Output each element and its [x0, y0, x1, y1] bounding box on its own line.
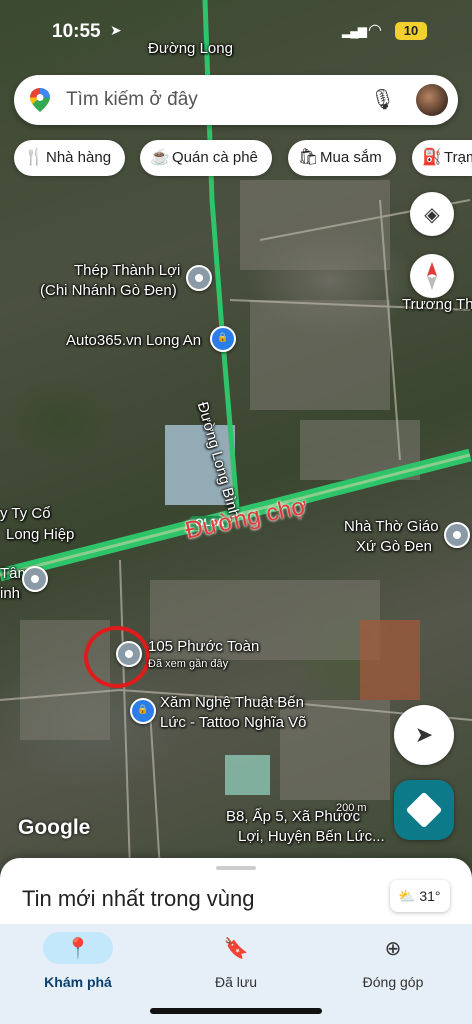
- directions-button[interactable]: [394, 780, 454, 840]
- map-label-truong: Trương Th: [402, 296, 472, 313]
- place-pin-105-phuoc-toan[interactable]: [116, 641, 142, 667]
- nav-saved[interactable]: 🔖 Đã lưu: [161, 924, 311, 1004]
- avatar[interactable]: [416, 84, 448, 116]
- home-indicator: [150, 1008, 322, 1014]
- chip-label: Nhà hàng: [46, 149, 112, 166]
- microphone-icon[interactable]: 🎙: [370, 87, 395, 112]
- status-bar: 10:55 ➤ ▂▄▆ ◠ 10: [0, 0, 472, 60]
- battery-indicator: 10: [395, 22, 427, 40]
- google-logo: Google: [18, 816, 91, 839]
- map-label-xam-line2[interactable]: Lức - Tattoo Nghĩa Võ: [160, 714, 307, 732]
- place-pin-tam[interactable]: [22, 566, 48, 592]
- bookmark-icon: 🔖: [223, 937, 249, 960]
- nav-contribute[interactable]: ⊕ Đóng góp: [318, 924, 468, 1004]
- fork-knife-icon: 🍴: [24, 149, 44, 166]
- wifi-icon: ◠: [368, 22, 382, 39]
- map-label-b8-line2[interactable]: Lợi, Huyện Bến Lức...: [238, 828, 385, 846]
- map-label-105-phuoc-toan[interactable]: 105 Phước Toàn: [148, 638, 259, 656]
- directions-icon: [405, 791, 443, 829]
- gas-pump-icon: ⛽: [422, 149, 442, 166]
- chip-gas[interactable]: ⛽Trạm: [412, 140, 472, 176]
- map-label-xam-line1[interactable]: Xăm Nghệ Thuật Bến: [160, 694, 304, 712]
- google-maps-pin-icon: [30, 88, 50, 112]
- map-label-thep-line2[interactable]: (Chi Nhánh Gò Đen): [40, 282, 177, 300]
- cellular-signal-icon: ▂▄▆: [342, 24, 367, 38]
- map-label-nha-tho-line1[interactable]: Nhà Thờ Giáo: [344, 518, 439, 536]
- shop-pin-tattoo[interactable]: [130, 698, 156, 724]
- layers-button[interactable]: ◈: [410, 192, 454, 236]
- compass-button[interactable]: [410, 254, 454, 298]
- compass-icon: [427, 262, 437, 290]
- search-placeholder[interactable]: Tìm kiếm ở đây: [66, 89, 198, 111]
- chip-label: Quán cà phê: [172, 149, 258, 166]
- place-pin-nha-tho[interactable]: [444, 522, 470, 548]
- nav-label-contribute: Đóng góp: [362, 974, 424, 990]
- map-label-thep-line1[interactable]: Thép Thành Lợi: [74, 262, 180, 280]
- coffee-icon: ☕: [150, 149, 170, 166]
- map-label-ty-co-line2: Long Hiệp: [6, 526, 75, 543]
- place-pin-thep[interactable]: [186, 265, 212, 291]
- sheet-drag-handle[interactable]: [216, 866, 256, 870]
- nav-label-saved: Đã lưu: [214, 974, 258, 990]
- weather-temp: 31°: [419, 888, 441, 904]
- map-label-ty-co-line1: y Ty Cổ: [0, 505, 51, 522]
- weather-cloud-sun-icon: ⛅: [398, 888, 416, 904]
- shop-pin-auto365[interactable]: [210, 326, 236, 352]
- chip-shopping[interactable]: 🛍 Mua sắm: [288, 140, 396, 176]
- location-arrow-icon: ➤: [110, 22, 122, 38]
- location-pin-icon: 📍: [43, 932, 113, 964]
- nav-explore[interactable]: 📍 Khám phá: [3, 924, 153, 1004]
- chip-label: Mua sắm: [320, 149, 382, 166]
- chip-label: Trạm: [444, 149, 472, 166]
- map-label-auto365[interactable]: Auto365.vn Long An: [66, 332, 201, 350]
- sheet-title: Tin mới nhất trong vùng: [22, 886, 255, 911]
- search-bar[interactable]: Tìm kiếm ở đây 🎙: [14, 75, 458, 125]
- map-label-nha-tho-line2[interactable]: Xứ Gò Đen: [356, 538, 432, 556]
- add-circle-icon: ⊕: [384, 937, 402, 960]
- chip-cafes[interactable]: ☕ Quán cà phê: [140, 140, 272, 176]
- shopping-bag-icon: 🛍: [298, 149, 319, 166]
- weather-badge[interactable]: ⛅ 31°: [390, 880, 450, 912]
- my-location-button[interactable]: ➤: [394, 705, 454, 765]
- map-label-recently-viewed: Đã xem gần đây: [148, 658, 229, 670]
- navigation-arrow-icon: ➤: [414, 722, 434, 747]
- layers-icon: ◈: [424, 203, 440, 226]
- map-scale: 200 m: [336, 802, 367, 814]
- status-time: 10:55: [52, 21, 101, 42]
- chip-restaurants[interactable]: 🍴 Nhà hàng: [14, 140, 126, 176]
- map-label-tam-line2: inh: [0, 585, 21, 602]
- nav-label-explore: Khám phá: [44, 974, 112, 990]
